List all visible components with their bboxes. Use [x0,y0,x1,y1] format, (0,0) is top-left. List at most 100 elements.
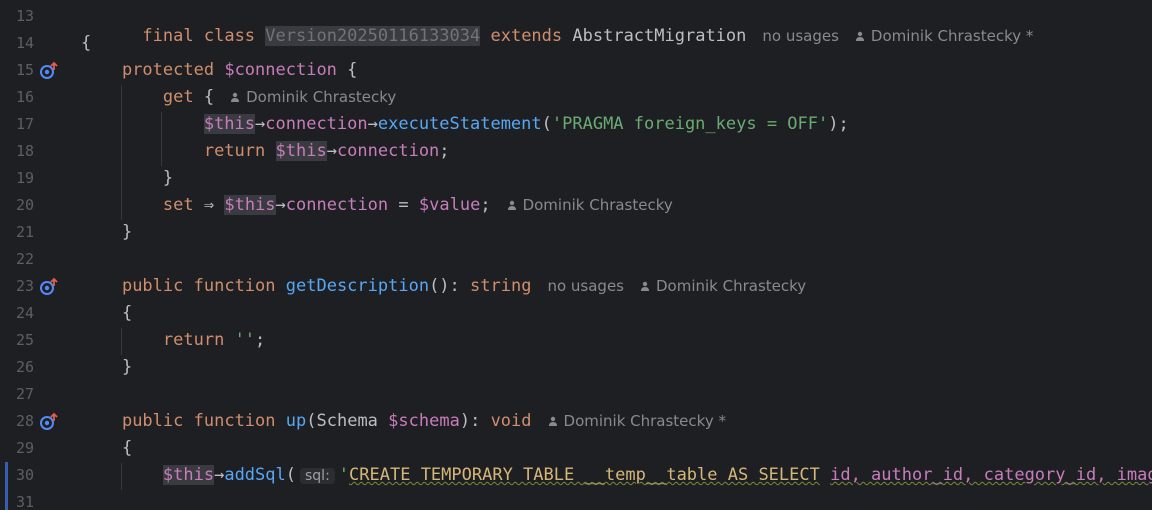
line-number: 19 [15,169,34,187]
author-name: Dominik Chrastecky [246,88,397,106]
keyword: get [162,87,194,107]
this-variable[interactable]: $this [224,195,276,215]
line-number: 13 [15,7,34,25]
line-number: 17 [15,115,34,133]
line-number: 16 [15,88,34,106]
arrow-operator: → [367,114,378,134]
line-number: 22 [15,250,34,268]
author-hint[interactable]: Dominik Chrastecky * [548,412,726,430]
semicolon: ; [439,141,450,161]
property-name[interactable]: connection [337,141,439,161]
fat-arrow-operator: ⇒ [203,195,215,215]
code-line[interactable]: 16 get { Dominik Chrastecky [0,85,1152,112]
line-number: 29 [15,439,34,457]
code-line[interactable]: 25 return ''; [0,328,1152,355]
code-line[interactable]: 27 [0,382,1152,409]
code-line[interactable]: 17 $this→connection→executeStatement('PR… [0,112,1152,139]
value-variable[interactable]: $value [419,195,480,215]
arrow-operator: → [275,195,286,215]
param-type[interactable]: Schema [317,411,378,431]
assign-operator: = [398,195,409,215]
keyword: protected [121,60,215,80]
brace: { [347,60,358,80]
user-icon [640,281,649,291]
string-literal: '' [234,330,256,350]
method-name[interactable]: executeStatement [378,114,542,134]
brace: } [121,357,133,377]
author-name: Dominik Chrastecky [522,196,673,214]
property-name[interactable]: connection [286,195,388,215]
user-icon [548,416,557,426]
paren: ): [459,411,481,431]
method-name[interactable]: addSql [224,465,285,485]
code-line[interactable]: 31 [0,490,1152,510]
property-name[interactable]: connection [265,114,367,134]
code-line[interactable]: 26 } [0,355,1152,382]
line-number: 31 [15,493,34,510]
brace: { [81,33,92,53]
implements-override-icon[interactable] [39,412,59,432]
paren: ); [828,114,849,134]
string-literal: 'PRAGMA foreign_keys = OFF' [551,114,829,134]
code-editor[interactable]: 13 final class Version20250116133034 ext… [0,0,1152,510]
keyword: public [121,276,184,296]
author-hint[interactable]: Dominik Chrastecky [640,277,806,295]
code-line[interactable]: 22 [0,247,1152,274]
line-number: 26 [15,358,34,376]
keyword: function [193,411,276,431]
sql-columns: id, author_id, category_id, image [830,465,1152,485]
code-line[interactable]: 13 final class Version20250116133034 ext… [0,4,1152,46]
line-number: 18 [15,142,34,160]
semicolon: ; [255,330,266,350]
author-hint[interactable]: Dominik Chrastecky [230,88,396,106]
code-line[interactable]: 18 return $this→connection; [0,139,1152,166]
this-variable[interactable]: $this [203,114,256,134]
arrow-operator: → [255,114,266,134]
paren: ( [306,411,317,431]
code-line[interactable]: 14 { [0,31,1152,58]
arrow-operator: → [214,465,225,485]
line-number: 25 [15,331,34,349]
this-variable[interactable]: $this [162,465,215,485]
usages-hint[interactable]: no usages [547,277,624,295]
brace: } [162,168,174,188]
code-line[interactable]: 19 } [0,166,1152,193]
line-number: 14 [15,34,34,52]
param-variable[interactable]: $schema [388,411,460,431]
line-number: 30 [15,466,34,484]
keyword: function [193,276,276,296]
line-number: 21 [15,223,34,241]
parameter-name-hint: sql: [300,468,335,484]
code-line[interactable]: 15 protected $connection { [0,58,1152,85]
keyword: public [121,411,184,431]
line-number: 20 [15,196,34,214]
function-name[interactable]: getDescription [286,276,429,296]
author-hint[interactable]: Dominik Chrastecky [507,196,673,214]
brace: { [203,87,215,107]
keyword: return [162,330,225,350]
code-line[interactable]: 24 { [0,301,1152,328]
implements-override-icon[interactable] [39,277,59,297]
code-line[interactable]: 28 public function up(Schema $schema): v… [0,409,1152,436]
semicolon: ; [480,195,491,215]
user-icon [507,200,516,210]
line-number: 24 [15,304,34,322]
brace: { [121,438,133,458]
implements-override-icon[interactable] [39,61,59,81]
code-line[interactable]: 23 public function getDescription(): str… [0,274,1152,301]
brace: } [121,222,133,242]
paren: (): [429,276,460,296]
line-number: 23 [15,277,34,295]
author-name: Dominik Chrastecky * [563,412,726,430]
function-name[interactable]: up [286,411,306,431]
code-line[interactable]: 20 set ⇒ $this→connection = $value; Domin… [0,193,1152,220]
this-variable[interactable]: $this [275,141,327,161]
keyword: set [162,195,194,215]
line-number: 28 [15,412,34,430]
paren: ( [541,114,552,134]
code-line[interactable]: 21 } [0,220,1152,247]
code-line[interactable]: 30 $this→addSql(sql: 'CREATE TEMPORARY TA… [0,463,1152,490]
return-type: string [470,276,532,296]
property-name[interactable]: $connection [224,60,337,80]
code-line[interactable]: 29 { [0,436,1152,463]
